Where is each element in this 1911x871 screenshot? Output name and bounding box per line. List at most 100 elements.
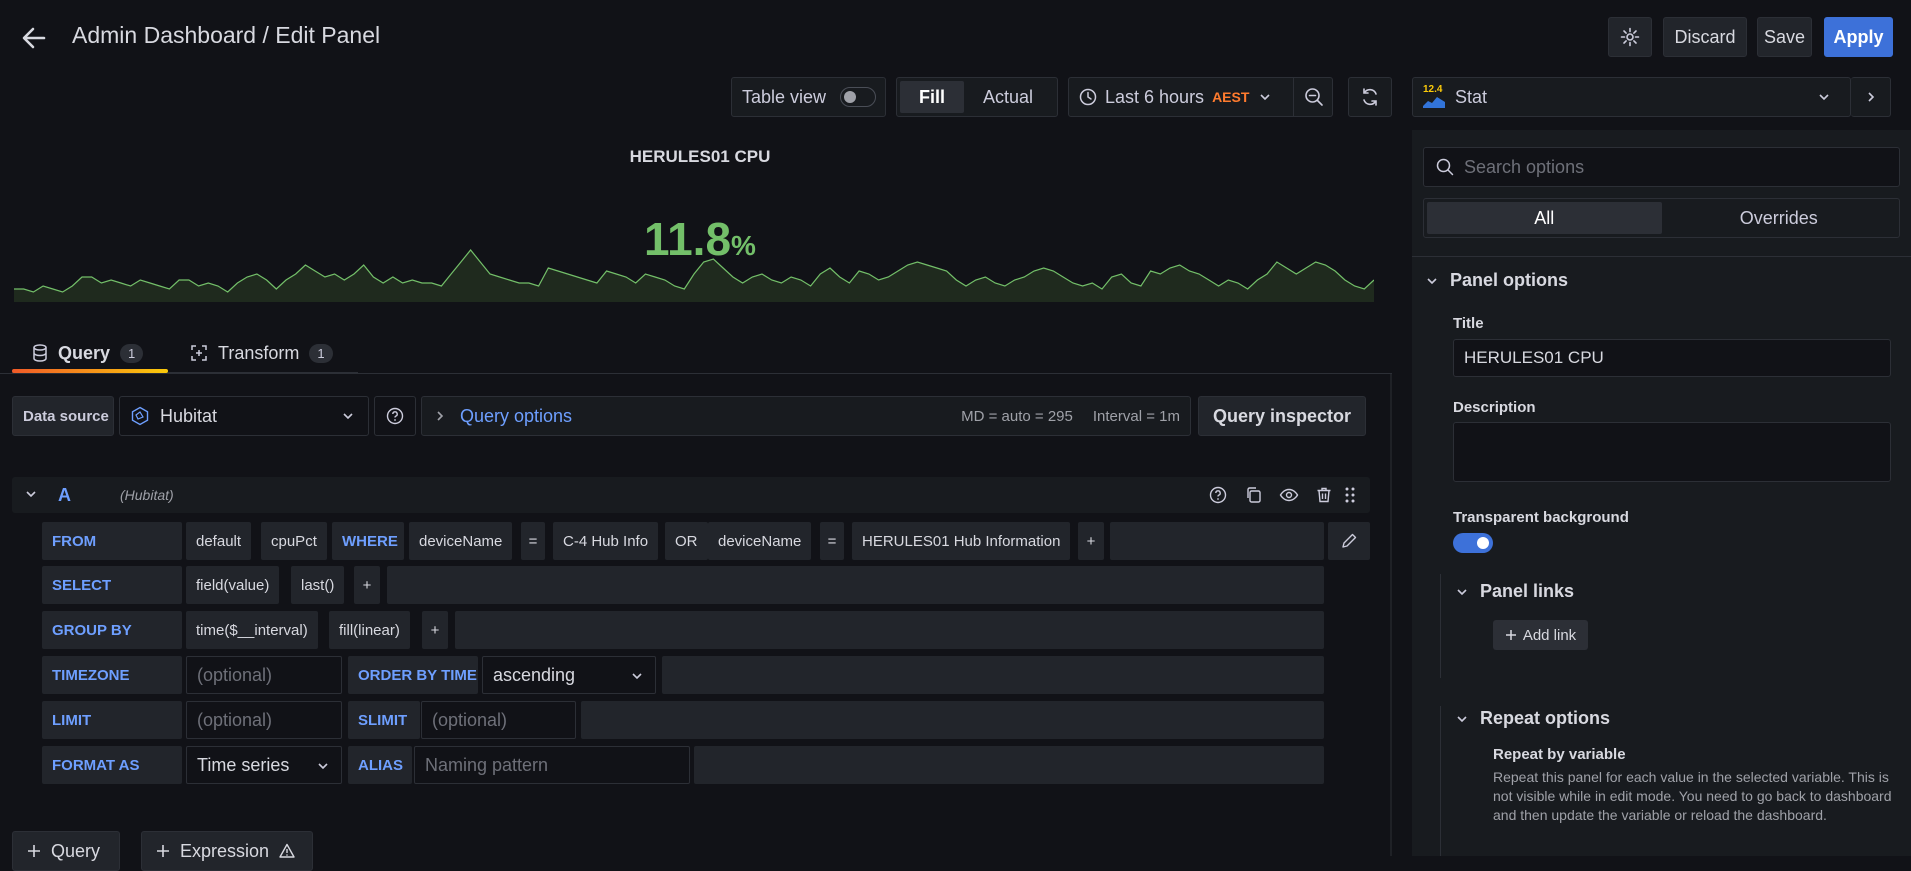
order-by-time-select[interactable]: ascending: [482, 656, 656, 694]
select-field-segment[interactable]: field(value): [186, 566, 280, 604]
format-as-value: Time series: [197, 754, 290, 775]
fill-actual-group: Fill Actual: [896, 77, 1058, 117]
where-value-segment-2[interactable]: HERULES01 Hub Information: [852, 522, 1071, 560]
options-divider: [1412, 256, 1911, 257]
apply-button[interactable]: Apply: [1824, 17, 1893, 57]
visualization-picker[interactable]: 12.4 Stat: [1412, 77, 1851, 117]
refresh-button[interactable]: [1348, 77, 1392, 117]
tabs-divider: [0, 373, 1392, 374]
retention-policy-segment[interactable]: default: [186, 522, 252, 560]
chevron-down-icon: [1426, 275, 1438, 287]
add-link-button[interactable]: Add link: [1493, 620, 1588, 650]
search-icon: [1436, 158, 1454, 176]
datasource-select[interactable]: Hubitat: [119, 396, 369, 436]
database-icon: [32, 344, 48, 362]
where-condition-or[interactable]: OR: [665, 522, 708, 560]
tab-transform-count: 1: [309, 343, 333, 363]
duplicate-icon[interactable]: [1244, 485, 1264, 505]
page-title: Admin Dashboard / Edit Panel: [72, 22, 381, 48]
slimit-input[interactable]: (optional): [421, 701, 576, 739]
panel-links-guide: [1440, 574, 1441, 678]
chevron-down-icon[interactable]: [24, 487, 38, 501]
where-key-segment-1[interactable]: deviceName: [409, 522, 513, 560]
query-ref-id[interactable]: A: [58, 485, 71, 506]
measurement-segment[interactable]: cpuPct: [261, 522, 327, 560]
datasource-help-button[interactable]: [374, 396, 416, 436]
description-field-input[interactable]: [1453, 422, 1891, 482]
select-keyword: SELECT: [42, 566, 182, 604]
tab-query-count: 1: [120, 343, 144, 363]
query-datasource-name: (Hubitat): [120, 487, 174, 503]
where-operator-segment-2[interactable]: =: [820, 522, 844, 560]
group-by-row-filler: [455, 611, 1324, 649]
format-as-select[interactable]: Time series: [186, 746, 342, 784]
title-field-input[interactable]: HERULES01 CPU: [1453, 339, 1891, 377]
discard-button[interactable]: Discard: [1663, 17, 1747, 57]
alias-input[interactable]: Naming pattern: [414, 746, 690, 784]
max-data-points: MD = auto = 295: [961, 407, 1073, 425]
back-arrow-icon[interactable]: [20, 24, 48, 52]
time-range-picker[interactable]: Last 6 hours AEST: [1068, 77, 1333, 117]
query-row-header[interactable]: [12, 477, 1370, 513]
query-options-title[interactable]: Query options: [460, 406, 572, 427]
add-group-by-button[interactable]: +: [422, 611, 448, 649]
warning-icon: [279, 843, 295, 859]
where-value-segment-1[interactable]: C-4 Hub Info: [553, 522, 659, 560]
add-expression-button[interactable]: Expression: [141, 831, 313, 871]
edit-raw-query-button[interactable]: [1328, 522, 1370, 560]
limit-input[interactable]: (optional): [186, 701, 342, 739]
transparent-background-toggle[interactable]: [1453, 533, 1493, 553]
query-options-bar[interactable]: Query options MD = auto = 295 Interval =…: [421, 396, 1191, 436]
options-tabs: All Overrides: [1423, 198, 1900, 238]
trash-icon[interactable]: [1314, 485, 1334, 505]
options-collapse-button[interactable]: [1851, 77, 1891, 117]
clock-icon: [1079, 88, 1097, 106]
chevron-down-icon: [1259, 91, 1271, 103]
search-options-input[interactable]: Search options: [1423, 147, 1900, 187]
query-inspector-button[interactable]: Query inspector: [1198, 396, 1366, 436]
table-view-switch[interactable]: [840, 87, 877, 107]
tab-overrides[interactable]: Overrides: [1662, 202, 1897, 234]
help-icon[interactable]: [1208, 485, 1228, 505]
gear-icon: [1620, 27, 1640, 47]
from-keyword: FROM: [42, 522, 182, 560]
group-by-keyword: GROUP BY: [42, 611, 182, 649]
stat-unit: %: [731, 230, 756, 261]
add-query-button[interactable]: Query: [12, 831, 120, 871]
add-select-button[interactable]: +: [354, 566, 380, 604]
fill-option[interactable]: Fill: [900, 81, 964, 113]
chevron-down-icon: [631, 670, 643, 682]
tab-all[interactable]: All: [1427, 202, 1662, 234]
actual-option[interactable]: Actual: [964, 81, 1052, 113]
eye-icon[interactable]: [1279, 485, 1299, 505]
timezone-keyword: TIMEZONE: [42, 656, 182, 694]
where-key-segment-2[interactable]: deviceName: [708, 522, 812, 560]
transform-icon: [190, 344, 208, 362]
repeat-options-guide: [1440, 706, 1441, 856]
group-by-fill-segment[interactable]: fill(linear): [329, 611, 410, 649]
query-tabs: Query 1 Transform 1: [12, 333, 358, 373]
tab-query[interactable]: Query 1: [32, 333, 144, 373]
table-view-label: Table view: [742, 86, 827, 107]
settings-button[interactable]: [1608, 17, 1652, 57]
group-by-time-segment[interactable]: time($__interval): [186, 611, 318, 649]
select-aggregation-segment[interactable]: last(): [291, 566, 345, 604]
add-where-button[interactable]: +: [1078, 522, 1104, 560]
editor-splitter[interactable]: [1390, 374, 1392, 856]
panel-title: HERULES01 CPU: [629, 147, 771, 166]
table-view-toggle[interactable]: Table view: [731, 77, 886, 117]
where-operator-segment-1[interactable]: =: [521, 522, 545, 560]
timezone-input[interactable]: (optional): [186, 656, 342, 694]
panel-links-section[interactable]: Panel links: [1456, 581, 1574, 602]
save-button[interactable]: Save: [1757, 17, 1812, 57]
add-query-label: Query: [51, 840, 101, 861]
zoom-out-icon[interactable]: [1293, 78, 1324, 116]
add-link-label: Add link: [1522, 626, 1577, 644]
title-field-label: Title: [1453, 315, 1484, 332]
drag-handle-icon[interactable]: [1340, 485, 1360, 505]
datasource-label: Data source: [12, 396, 114, 436]
repeat-options-section[interactable]: Repeat options: [1456, 708, 1610, 729]
help-icon: [386, 407, 404, 425]
tab-transform[interactable]: Transform 1: [190, 333, 333, 373]
panel-options-section[interactable]: Panel options: [1426, 270, 1568, 291]
